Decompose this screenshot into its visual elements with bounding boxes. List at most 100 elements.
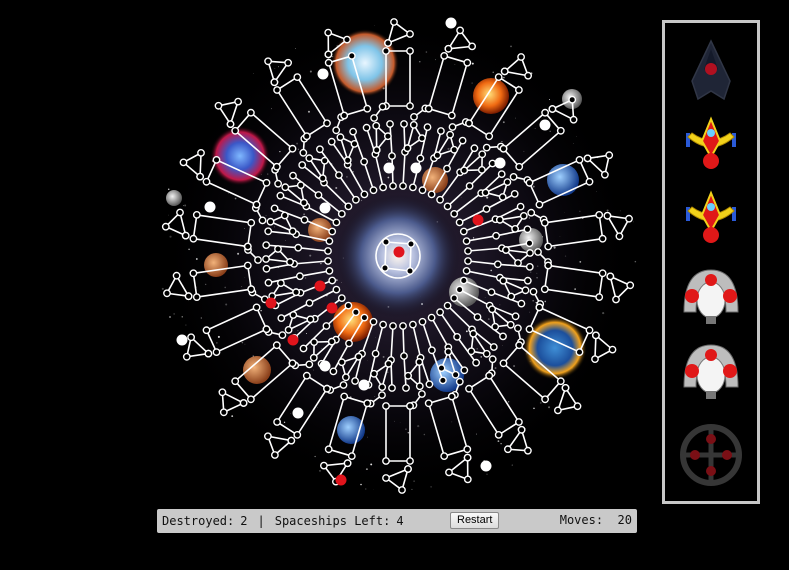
board-node[interactable] <box>591 331 600 340</box>
board-node[interactable] <box>270 204 279 213</box>
board-node[interactable] <box>481 188 490 197</box>
board-node[interactable] <box>523 446 532 455</box>
enemy-ship-marker[interactable] <box>265 297 277 309</box>
board-node[interactable] <box>516 202 525 211</box>
board-node[interactable] <box>540 218 549 227</box>
board-node[interactable] <box>544 261 553 270</box>
ship-slot-2-icon[interactable] <box>678 111 744 183</box>
board-node[interactable] <box>519 211 528 220</box>
board-node[interactable] <box>389 182 397 190</box>
board-node[interactable] <box>262 325 271 334</box>
board-node[interactable] <box>328 276 337 285</box>
board-node[interactable] <box>509 172 518 181</box>
board-node[interactable] <box>363 104 372 113</box>
board-node[interactable] <box>606 272 615 281</box>
board-node[interactable] <box>302 371 311 380</box>
board-node[interactable] <box>444 44 453 53</box>
player-ship-marker[interactable] <box>176 334 188 346</box>
board-node[interactable] <box>525 325 534 334</box>
board-node[interactable] <box>182 352 191 361</box>
board-node[interactable] <box>336 133 345 142</box>
board-node[interactable] <box>540 285 549 294</box>
board-node[interactable] <box>524 71 532 80</box>
board-node[interactable] <box>498 193 507 201</box>
board-node[interactable] <box>181 231 190 240</box>
board-node[interactable] <box>247 218 256 227</box>
board-node[interactable] <box>465 182 474 190</box>
board-node[interactable] <box>277 314 286 322</box>
board-node[interactable] <box>583 154 592 163</box>
board-node[interactable] <box>388 152 396 160</box>
board-node[interactable] <box>271 451 279 459</box>
board-node[interactable] <box>340 111 349 120</box>
board-node[interactable] <box>517 299 526 308</box>
board-node[interactable] <box>247 285 256 294</box>
board-node[interactable] <box>404 371 413 380</box>
board-node[interactable] <box>406 102 414 110</box>
player-ship-marker[interactable] <box>539 119 551 131</box>
board-node[interactable] <box>184 292 193 301</box>
board-node[interactable] <box>277 279 285 287</box>
board-node[interactable] <box>319 461 328 470</box>
board-node[interactable] <box>455 377 464 386</box>
board-node[interactable] <box>473 313 482 321</box>
board-node[interactable] <box>464 257 472 265</box>
board-node[interactable] <box>416 154 425 163</box>
game-board[interactable] <box>155 8 641 504</box>
board-node[interactable] <box>464 247 472 255</box>
board-node[interactable] <box>534 248 542 256</box>
board-node[interactable] <box>399 322 407 330</box>
board-node[interactable] <box>407 240 415 248</box>
board-node[interactable] <box>615 232 624 241</box>
board-node[interactable] <box>382 47 390 55</box>
player-ship-marker[interactable] <box>480 460 492 472</box>
board-node[interactable] <box>296 181 305 190</box>
board-node[interactable] <box>514 259 522 267</box>
board-node[interactable] <box>467 347 476 356</box>
board-node[interactable] <box>382 238 390 246</box>
board-node[interactable] <box>433 151 442 160</box>
board-node[interactable] <box>424 399 433 408</box>
board-node[interactable] <box>436 308 444 317</box>
board-node[interactable] <box>274 179 283 188</box>
board-node[interactable] <box>450 145 459 154</box>
board-node[interactable] <box>523 276 532 285</box>
board-node[interactable] <box>482 143 491 152</box>
board-node[interactable] <box>517 53 525 61</box>
board-node[interactable] <box>600 170 609 179</box>
player-ship-marker[interactable] <box>445 17 457 29</box>
board-node[interactable] <box>360 190 369 199</box>
board-node[interactable] <box>379 320 388 329</box>
board-node[interactable] <box>585 326 594 335</box>
board-node[interactable] <box>425 380 434 389</box>
board-node[interactable] <box>482 205 491 213</box>
board-node[interactable] <box>288 144 297 153</box>
board-node[interactable] <box>371 349 380 358</box>
board-node[interactable] <box>337 358 346 367</box>
board-node[interactable] <box>350 139 359 148</box>
board-node[interactable] <box>568 95 577 104</box>
board-node[interactable] <box>196 172 204 181</box>
board-node[interactable] <box>456 26 464 35</box>
board-node[interactable] <box>603 211 612 220</box>
board-node[interactable] <box>417 390 426 398</box>
board-node[interactable] <box>362 123 371 132</box>
board-node[interactable] <box>299 198 308 207</box>
board-node[interactable] <box>521 286 530 295</box>
board-node[interactable] <box>492 231 500 240</box>
board-node[interactable] <box>310 338 319 346</box>
board-node[interactable] <box>327 137 336 146</box>
player-ship-marker[interactable] <box>358 379 370 391</box>
board-node[interactable] <box>525 262 534 271</box>
board-node[interactable] <box>408 320 417 329</box>
board-node[interactable] <box>418 186 427 195</box>
board-node[interactable] <box>511 224 519 233</box>
board-node[interactable] <box>264 278 273 287</box>
board-node[interactable] <box>294 243 303 252</box>
ship-slot-3-icon[interactable] <box>678 185 744 257</box>
board-node[interactable] <box>436 195 444 204</box>
board-node[interactable] <box>202 326 211 335</box>
board-node[interactable] <box>595 293 604 301</box>
board-node[interactable] <box>339 381 348 389</box>
board-node[interactable] <box>440 52 449 60</box>
